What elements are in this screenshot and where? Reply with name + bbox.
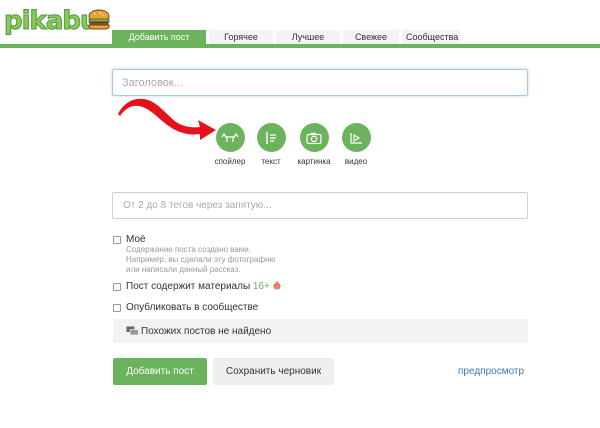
community-checkbox[interactable] bbox=[113, 303, 121, 312]
logo[interactable]: pikabu bbox=[3, 5, 112, 37]
tab-add-post[interactable]: Добавить пост bbox=[112, 30, 206, 44]
similar-posts-text: Похожих постов не найдено bbox=[141, 325, 272, 337]
adult-content-row: Пост содержит материалы 16+ bbox=[113, 281, 282, 292]
page: pikabu Добавить пост Горячее Лучшее Свеж… bbox=[0, 0, 600, 428]
hint-line: Содержание поста создано вами. bbox=[126, 245, 251, 254]
hint-line: Например, вы сделали эту фотографию bbox=[126, 255, 276, 264]
content-type-video-label: видео bbox=[344, 157, 368, 166]
own-content-row: Моё bbox=[113, 234, 146, 245]
spoiler-icon bbox=[215, 123, 245, 152]
adult-content-text: Пост содержит материалы bbox=[126, 281, 251, 292]
logo-text: pikabu bbox=[3, 6, 98, 37]
tab-hot[interactable]: Горячее bbox=[209, 30, 273, 44]
burger-icon bbox=[88, 9, 110, 30]
adult-content-label: Пост содержит материалы 16+ bbox=[126, 281, 282, 292]
similar-posts-bar: Похожих постов не найдено bbox=[113, 319, 528, 343]
age-badge: 16+ bbox=[252, 281, 270, 292]
red-arrow-annotation bbox=[118, 98, 216, 140]
chat-icon bbox=[126, 326, 139, 336]
tab-fresh[interactable]: Свежее bbox=[343, 30, 399, 44]
strawberry-icon bbox=[273, 281, 281, 290]
nav-tabs: Добавить пост Горячее Лучшее Свежее Сооб… bbox=[112, 30, 463, 44]
save-draft-button[interactable]: Сохранить черновик bbox=[213, 358, 334, 385]
add-post-button[interactable]: Добавить пост bbox=[113, 358, 207, 385]
adult-content-checkbox[interactable] bbox=[113, 282, 121, 291]
header: pikabu Добавить пост Горячее Лучшее Свеж… bbox=[0, 0, 600, 48]
preview-link[interactable]: предпросмотр bbox=[458, 366, 524, 377]
camera-icon bbox=[299, 123, 329, 152]
community-row: Опубликовать в сообществе bbox=[113, 302, 258, 313]
own-content-hint: Содержание поста создано вами. Например,… bbox=[126, 245, 276, 275]
video-icon bbox=[341, 123, 371, 152]
header-divider bbox=[0, 44, 600, 48]
tab-communities[interactable]: Сообщества bbox=[402, 30, 460, 44]
community-label: Опубликовать в сообществе bbox=[126, 302, 259, 313]
tags-input[interactable] bbox=[112, 192, 528, 219]
own-content-checkbox[interactable] bbox=[113, 235, 121, 244]
tab-best[interactable]: Лучшее bbox=[276, 30, 340, 44]
content-type-video[interactable]: видео bbox=[331, 123, 381, 166]
hint-line: или написали данный рассказ. bbox=[126, 265, 241, 274]
text-icon bbox=[256, 123, 286, 152]
own-content-label: Моё bbox=[126, 234, 146, 245]
